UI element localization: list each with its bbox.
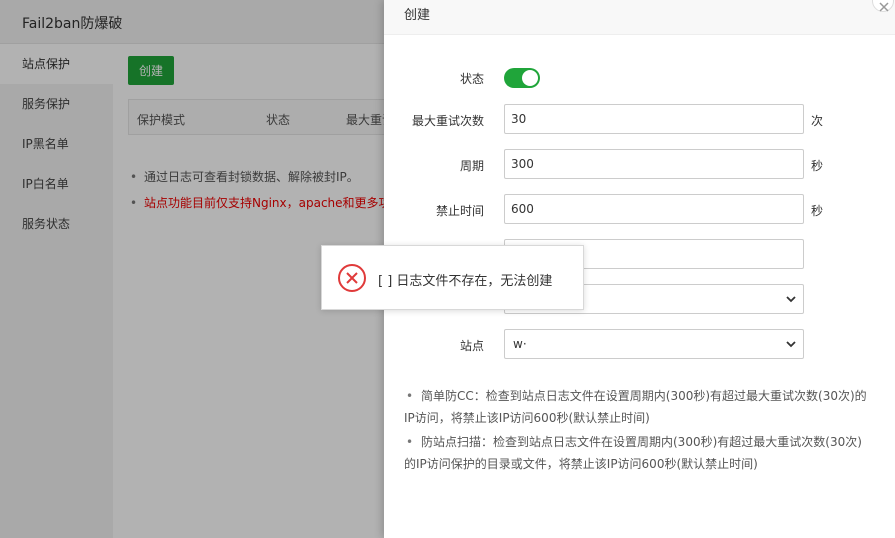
- max-retry-label: 最大重试次数: [411, 114, 484, 128]
- site-select-value: w·: [513, 337, 527, 351]
- site-select[interactable]: w·: [504, 329, 804, 359]
- period-label: 周期: [459, 159, 484, 173]
- ban-time-input[interactable]: [504, 194, 804, 224]
- max-retry-input[interactable]: [504, 104, 804, 134]
- modal-tip-line: IP访问，将禁止该IP访问600秒(默认禁止时间): [404, 411, 650, 425]
- status-toggle[interactable]: [504, 68, 540, 88]
- modal-tip-line: 简单防CC：检查到站点日志文件在设置周期内(300秒)有超过最大重试次数(30次…: [421, 389, 867, 403]
- error-circle-icon: [338, 264, 366, 292]
- ban-time-label: 禁止时间: [435, 204, 484, 218]
- period-input[interactable]: [504, 149, 804, 179]
- error-message-text: [ ] 日志文件不存在，无法创建: [378, 274, 553, 289]
- max-retry-unit: 次: [811, 114, 824, 128]
- modal-tip-line: 的IP访问保护的目录或文件，将禁止该IP访问600秒(默认禁止时间): [404, 457, 758, 471]
- error-message: [ ] 日志文件不存在，无法创建: [321, 245, 584, 310]
- modal-tip-item: • 简单防CC：检查到站点日志文件在设置周期内(300秒)有超过最大重试次数(3…: [404, 385, 874, 429]
- modal-tip-line: 防站点扫描：检查到站点日志文件在设置周期内(300秒)有超过最大重试次数(30次…: [421, 435, 862, 449]
- ban-time-unit: 秒: [811, 204, 824, 218]
- chevron-down-icon: [786, 341, 796, 348]
- site-label: 站点: [459, 339, 484, 353]
- toggle-knob: [522, 70, 538, 86]
- chevron-down-icon: [786, 296, 796, 303]
- period-unit: 秒: [811, 159, 824, 173]
- modal-tip-item: • 防站点扫描：检查到站点日志文件在设置周期内(300秒)有超过最大重试次数(3…: [404, 431, 874, 475]
- modal-tips-list: • 简单防CC：检查到站点日志文件在设置周期内(300秒)有超过最大重试次数(3…: [404, 385, 874, 477]
- status-label: 状态: [459, 72, 484, 86]
